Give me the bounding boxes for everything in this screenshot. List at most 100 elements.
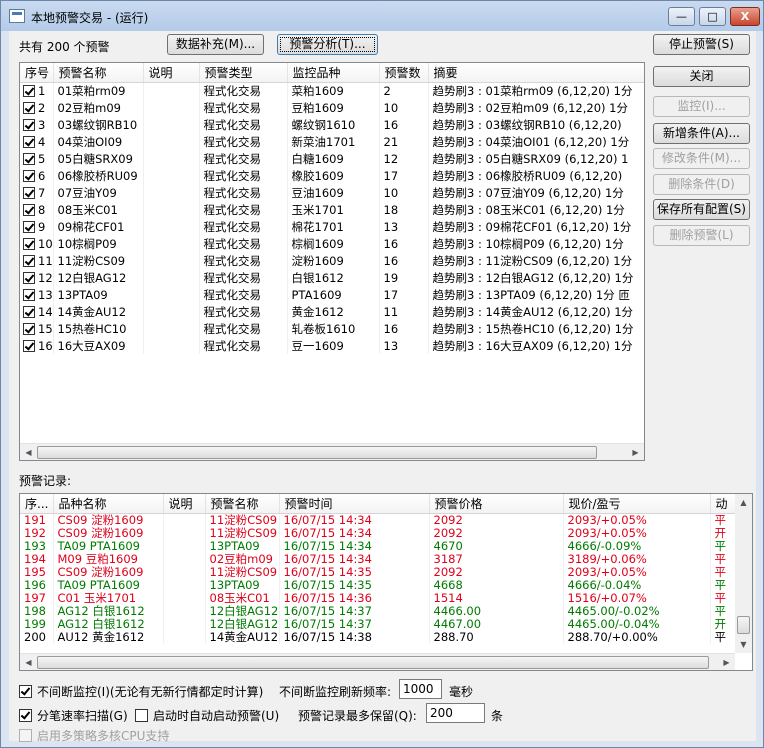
col-header[interactable]: 说明 [143,63,200,83]
keep-records-input[interactable]: 200 [426,703,485,723]
record-no-cell: 198 [20,604,54,618]
checkbox-box[interactable] [19,729,32,742]
alert-row[interactable]: 10 10棕榈P09 程式化交易 棕榈1609 16 趋势刷3 : 10棕榈P09 (6,… [20,235,644,252]
alert-enable-checkbox[interactable] [23,152,35,165]
record-row[interactable]: 196 TA09 PTA1609 13PTA09 16/07/15 14:35 4668… [20,578,741,592]
col-header[interactable]: 序... [20,494,54,514]
scroll-left-icon[interactable]: ◀ [20,444,37,460]
minimize-button[interactable]: — [668,7,695,26]
col-header[interactable]: 监控品种 [287,63,380,83]
edit-condition-button[interactable]: 修改条件(M)... [653,148,750,169]
alert-row[interactable]: 1 01菜粕rm09 程式化交易 菜粕1609 2 趋势刷3 : 01菜粕rm09 (6,… [20,82,644,99]
records-list[interactable]: 序... 品种名称 说明 预警名称 预警时间 预警价格 现价/盈亏 动 191 C… [19,493,753,671]
alert-row[interactable]: 14 14黄金AU12 程式化交易 黄金1612 11 趋势刷3 : 14黄金AU12 (… [20,303,644,320]
col-header[interactable]: 品种名称 [53,494,164,514]
alert-row[interactable]: 3 03螺纹钢RB10 程式化交易 螺纹钢1610 16 趋势刷3 : 03螺纹钢RB10… [20,116,644,133]
alert-no-cell: 1 [38,83,46,98]
scroll-left-icon[interactable]: ◀ [20,654,37,670]
alert-row[interactable]: 5 05白糖SRX09 程式化交易 白糖1609 12 趋势刷3 : 05白糖SRX09 … [20,150,644,167]
col-header[interactable]: 预警名称 [205,494,280,514]
col-header[interactable]: 预警时间 [279,494,430,514]
close-window-button[interactable]: X [730,7,760,26]
col-header[interactable]: 预警类型 [199,63,288,83]
alert-enable-checkbox[interactable] [23,186,35,199]
checkbox-box[interactable] [19,685,32,698]
col-header[interactable]: 说明 [163,494,206,514]
tick-scan-checkbox[interactable]: 分笔速率扫描(G) [19,707,128,724]
title-bar: 本地预警交易 - (运行) — □ X [1,1,763,31]
scroll-up-icon[interactable]: ▲ [735,494,752,511]
alert-enable-checkbox[interactable] [23,101,35,114]
data-fill-button[interactable]: 数据补充(M)... [167,34,264,55]
scroll-right-icon[interactable]: ▶ [627,444,644,460]
close-button[interactable]: 关闭 [653,66,750,87]
record-price-cell: 288.70 [429,630,564,644]
auto-start-checkbox[interactable]: 启动时自动启动预警(U) [135,707,279,724]
record-alert-cell: 02豆粕m09 [205,552,280,566]
alert-enable-checkbox[interactable] [23,220,35,233]
alert-row[interactable]: 6 06橡胶桥RU09 程式化交易 橡胶1609 17 趋势刷3 : 06橡胶桥RU09 … [20,167,644,184]
checkbox-box[interactable] [19,709,32,722]
delete-alert-button[interactable]: 删除预警(L) [653,225,750,246]
alert-row[interactable]: 4 04菜油OI09 程式化交易 新菜油1701 21 趋势刷3 : 04菜油OI01 (… [20,133,644,150]
alert-enable-checkbox[interactable] [23,254,35,267]
maximize-button[interactable]: □ [699,7,726,26]
alert-enable-checkbox[interactable] [23,322,35,335]
alert-row[interactable]: 7 07豆油Y09 程式化交易 豆油1609 10 趋势刷3 : 07豆油Y09 (6,1… [20,184,644,201]
alert-row[interactable]: 11 11淀粉CS09 程式化交易 淀粉1609 16 趋势刷3 : 11淀粉CS09 (… [20,252,644,269]
refresh-freq-input[interactable]: 1000 [399,679,442,699]
scroll-thumb[interactable] [37,656,709,669]
col-header[interactable]: 现价/盈亏 [563,494,711,514]
col-header[interactable]: 摘要 [428,63,644,83]
save-all-button[interactable]: 保存所有配置(S) [653,199,750,220]
alert-enable-checkbox[interactable] [23,169,35,182]
alert-row[interactable]: 9 09棉花CF01 程式化交易 棉花1701 13 趋势刷3 : 09棉花CF01 (6… [20,218,644,235]
delete-condition-button[interactable]: 删除条件(D) [653,174,750,195]
col-header[interactable]: 预警名称 [53,63,144,83]
record-price-cell: 3187 [429,552,564,566]
record-row[interactable]: 199 AG12 白银1612 12白银AG12 16/07/15 14:37 4467… [20,617,741,631]
alert-analysis-button[interactable]: 预警分析(T)... [277,34,378,55]
alert-enable-checkbox[interactable] [23,135,35,148]
scroll-down-icon[interactable]: ▼ [735,636,752,653]
alerts-hscrollbar[interactable]: ◀ ▶ [20,443,644,460]
alert-enable-checkbox[interactable] [23,288,35,301]
alert-enable-checkbox[interactable] [23,339,35,352]
record-row[interactable]: 193 TA09 PTA1609 13PTA09 16/07/15 14:34 4670… [20,539,741,553]
record-pnl-cell: 4666/-0.04% [563,578,711,592]
monitor-button[interactable]: 监控(I)... [653,96,750,117]
alert-row[interactable]: 13 13PTA09 程式化交易 PTA1609 17 趋势刷3 : 13PTA09 (6… [20,286,644,303]
multicore-checkbox[interactable]: 启用多策略多核CPU支持 [19,727,169,744]
alert-enable-checkbox[interactable] [23,84,35,97]
record-row[interactable]: 200 AU12 黄金1612 14黄金AU12 16/07/15 14:38 288.… [20,630,741,644]
alert-row[interactable]: 8 08玉米C01 程式化交易 玉米1701 18 趋势刷3 : 08玉米C01 (6,1… [20,201,644,218]
record-row[interactable]: 195 CS09 淀粉1609 11淀粉CS09 16/07/15 14:35 2092… [20,565,741,579]
record-row[interactable]: 194 M09 豆粕1609 02豆粕m09 16/07/15 14:34 3187 31… [20,552,741,566]
alert-enable-checkbox[interactable] [23,237,35,250]
alert-enable-checkbox[interactable] [23,271,35,284]
col-header[interactable]: 序号 [20,63,54,83]
record-row[interactable]: 198 AG12 白银1612 12白银AG12 16/07/15 14:37 4466… [20,604,741,618]
scroll-thumb[interactable] [37,446,597,459]
alert-row[interactable]: 15 15热卷HC10 程式化交易 轧卷板1610 16 趋势刷3 : 15热卷HC10 … [20,320,644,337]
alert-enable-checkbox[interactable] [23,118,35,131]
alert-enable-checkbox[interactable] [23,203,35,216]
alert-enable-checkbox[interactable] [23,305,35,318]
record-row[interactable]: 192 CS09 淀粉1609 11淀粉CS09 16/07/15 14:34 2092… [20,526,741,540]
stop-alert-button[interactable]: 停止预警(S) [653,34,750,55]
checkbox-box[interactable] [135,709,148,722]
add-condition-button[interactable]: 新增条件(A)... [653,123,750,144]
col-header[interactable]: 预警价格 [429,494,564,514]
scroll-right-icon[interactable]: ▶ [718,654,735,670]
records-hscrollbar[interactable]: ◀ ▶ [20,653,735,670]
alerts-list[interactable]: 序号 预警名称 说明 预警类型 监控品种 预警数 摘要 1 01菜粕rm09 程式化… [19,62,645,461]
continuous-monitor-checkbox[interactable]: 不间断监控(I)(无论有无新行情都定时计算) [19,683,263,700]
col-header[interactable]: 预警数 [379,63,429,83]
scroll-thumb[interactable] [737,616,750,634]
alert-row[interactable]: 16 16大豆AX09 程式化交易 豆一1609 13 趋势刷3 : 16大豆AX09 (… [20,337,644,354]
alert-row[interactable]: 12 12白银AG12 程式化交易 白银1612 19 趋势刷3 : 12白银AG12 (… [20,269,644,286]
records-vscrollbar[interactable]: ▲ ▼ [735,494,752,653]
record-row[interactable]: 197 C01 玉米1701 08玉米C01 16/07/15 14:36 1514 15… [20,591,741,605]
record-row[interactable]: 191 CS09 淀粉1609 11淀粉CS09 16/07/15 14:34 2092… [20,513,741,527]
alert-row[interactable]: 2 02豆粕m09 程式化交易 豆粕1609 10 趋势刷3 : 02豆粕m09 (6,1… [20,99,644,116]
